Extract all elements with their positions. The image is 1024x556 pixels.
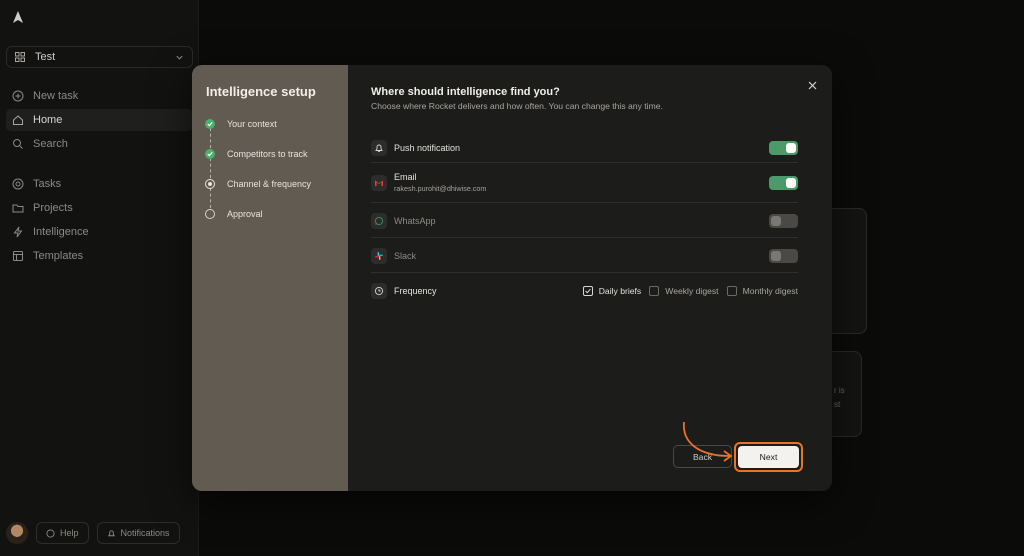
- help-icon: [46, 528, 55, 538]
- channel-frequency-panel: Where should intelligence find you? Choo…: [348, 65, 832, 491]
- frequency-option-label: Daily briefs: [598, 286, 642, 296]
- templates-icon: [13, 251, 23, 261]
- workspace-name: Test: [35, 51, 56, 63]
- frequency-label: Frequency: [394, 286, 437, 296]
- frequency-row: Frequency Daily briefs Weekly digest Mon…: [371, 274, 798, 308]
- notifications-button[interactable]: Notifications: [96, 522, 180, 544]
- next-button[interactable]: Next: [738, 446, 799, 468]
- step-label: Approval: [227, 209, 263, 219]
- bolt-icon: [13, 226, 23, 238]
- step-approval[interactable]: Approval: [205, 207, 345, 221]
- sidebar-item-label: Tasks: [33, 178, 62, 190]
- check-icon: [205, 149, 215, 159]
- close-icon[interactable]: [807, 80, 818, 91]
- annotation-arrow-icon: [683, 421, 733, 462]
- step-your-context[interactable]: Your context: [205, 117, 345, 131]
- sidebar-footer: Help Notifications: [6, 521, 196, 545]
- bell-icon: [107, 529, 115, 536]
- sidebar-item-templates[interactable]: Templates: [6, 245, 193, 267]
- channel-row-slack: Slack: [371, 239, 798, 273]
- sidebar-item-label: New task: [33, 90, 79, 102]
- monthly-digest-checkbox[interactable]: Monthly digest: [726, 286, 798, 296]
- help-label: Help: [60, 528, 79, 538]
- step-label: Channel & frequency: [227, 179, 312, 189]
- check-icon: [205, 119, 215, 129]
- setup-title: Intelligence setup: [206, 84, 316, 99]
- step-connector: [209, 128, 211, 148]
- frequency-option-label: Monthly digest: [742, 286, 798, 296]
- background-text: st: [834, 400, 841, 409]
- weekly-digest-checkbox[interactable]: Weekly digest: [649, 286, 719, 296]
- avatar[interactable]: [6, 522, 28, 544]
- channel-label: Slack: [394, 250, 417, 261]
- email-toggle[interactable]: [769, 175, 798, 190]
- panel-subheading: Choose where Rocket delivers and how oft…: [371, 101, 663, 111]
- gmail-icon: [371, 174, 387, 191]
- slack-icon: [371, 247, 387, 264]
- bell-icon: [371, 139, 387, 156]
- channel-row-whatsapp: WhatsApp: [371, 204, 798, 238]
- sidebar-item-tasks[interactable]: Tasks: [6, 173, 193, 195]
- background-card: [826, 208, 867, 334]
- home-icon: [13, 115, 23, 125]
- whatsapp-icon: [371, 212, 387, 229]
- search-icon: [13, 139, 23, 149]
- current-step-icon: [205, 179, 215, 189]
- step-competitors[interactable]: Competitors to track: [205, 147, 345, 161]
- tasks-icon: [12, 178, 24, 190]
- sidebar: Test New task Home Search Tasks Projects…: [0, 0, 199, 556]
- sidebar-item-label: Search: [33, 138, 68, 150]
- channel-label: Push notification: [394, 142, 461, 153]
- frequency-options: Daily briefs Weekly digest Monthly diges…: [582, 286, 798, 296]
- sidebar-item-label: Projects: [33, 202, 73, 214]
- rocket-logo-icon: [13, 11, 23, 23]
- frequency-option-label: Weekly digest: [665, 286, 719, 296]
- whatsapp-toggle[interactable]: [769, 213, 798, 228]
- sidebar-item-label: Intelligence: [33, 226, 89, 238]
- sidebar-item-home[interactable]: Home: [6, 109, 193, 131]
- channel-label: Email: [394, 172, 417, 182]
- chevron-down-icon: [176, 55, 183, 60]
- checkbox-checked-icon: [582, 286, 593, 296]
- step-label: Your context: [227, 119, 277, 129]
- channel-row-email: Email rakesh.purohit@dhiwise.com: [371, 163, 798, 203]
- background-text: r is: [834, 386, 845, 395]
- step-connector: [209, 188, 211, 208]
- sidebar-item-search[interactable]: Search: [6, 133, 193, 155]
- clock-icon: [371, 283, 387, 299]
- channel-label: WhatsApp: [394, 215, 436, 226]
- sidebar-item-new-task[interactable]: New task: [6, 85, 193, 107]
- notifications-label: Notifications: [120, 528, 170, 538]
- slack-toggle[interactable]: [769, 248, 798, 263]
- channel-row-push: Push notification: [371, 133, 798, 163]
- step-connector: [209, 158, 211, 178]
- panel-heading: Where should intelligence find you?: [371, 86, 560, 98]
- grid-icon: [15, 52, 25, 62]
- daily-briefs-checkbox[interactable]: Daily briefs: [582, 286, 642, 296]
- pending-step-icon: [205, 209, 215, 219]
- workspace-selector[interactable]: Test: [6, 46, 193, 68]
- sidebar-item-label: Home: [33, 114, 63, 126]
- checkbox-empty-icon: [649, 286, 660, 296]
- checkbox-empty-icon: [726, 286, 737, 296]
- step-label: Competitors to track: [227, 149, 308, 159]
- setup-steps-panel: Intelligence setup Your context Competit…: [192, 65, 348, 491]
- help-button[interactable]: Help: [36, 522, 89, 544]
- email-address: rakesh.purohit@dhiwise.com: [394, 184, 487, 193]
- sidebar-item-label: Templates: [33, 250, 84, 262]
- folder-icon: [12, 204, 24, 213]
- push-toggle[interactable]: [769, 140, 798, 155]
- plus-circle-icon: [12, 90, 24, 102]
- sidebar-item-intelligence[interactable]: Intelligence: [6, 221, 193, 243]
- step-channel-frequency[interactable]: Channel & frequency: [205, 177, 345, 191]
- sidebar-item-projects[interactable]: Projects: [6, 197, 193, 219]
